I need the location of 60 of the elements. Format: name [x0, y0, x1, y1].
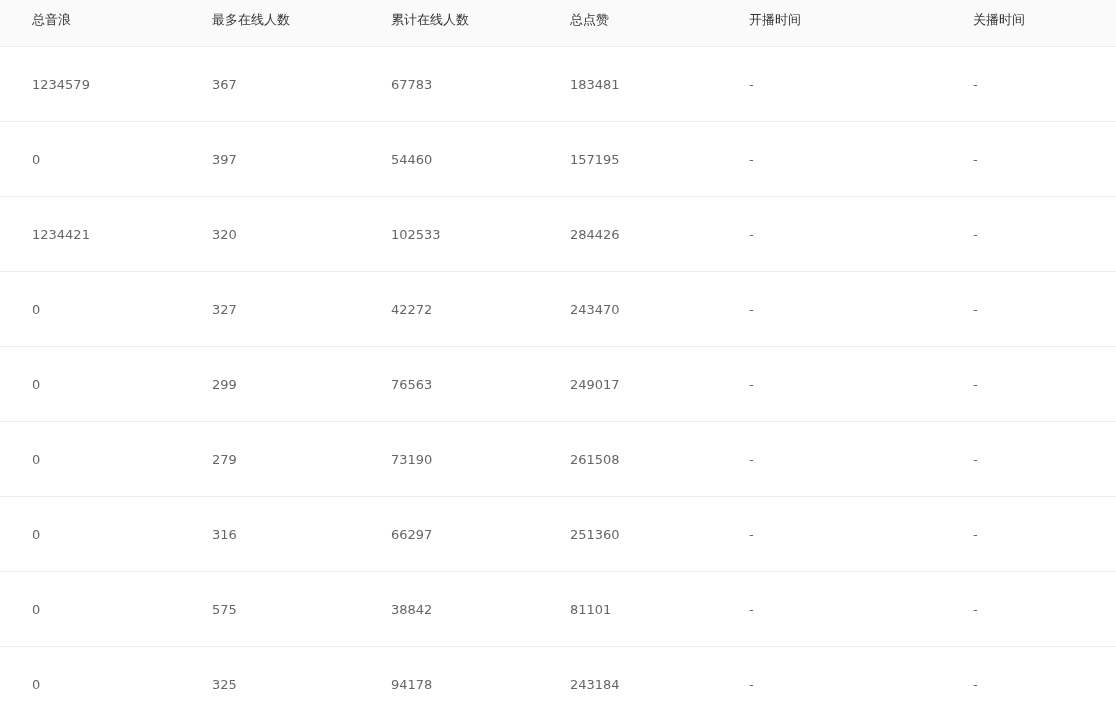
table-cell: 73190: [391, 451, 433, 467]
table-cell: 157195: [570, 151, 620, 167]
column-header: 总音浪: [32, 11, 71, 29]
table-cell: 279: [212, 451, 237, 467]
table-cell: 261508: [570, 451, 620, 467]
table-cell: 94178: [391, 676, 433, 692]
table-cell: -: [973, 376, 978, 392]
table-cell: -: [973, 451, 978, 467]
table-cell: 0: [32, 451, 41, 467]
table-cell: 367: [212, 76, 237, 92]
table-cell: 76563: [391, 376, 433, 392]
table-cell: 325: [212, 676, 237, 692]
table-cell: 81101: [570, 601, 612, 617]
table-cell: -: [973, 676, 978, 692]
table-cell: 0: [32, 676, 41, 692]
table-cell: -: [749, 226, 754, 242]
table-cell: 249017: [570, 376, 620, 392]
table-cell: -: [973, 526, 978, 542]
table-cell: 102533: [391, 226, 441, 242]
table-cell: 251360: [570, 526, 620, 542]
table-cell: -: [973, 601, 978, 617]
table-cell: 0: [32, 526, 41, 542]
column-header: 累计在线人数: [391, 11, 469, 29]
table-cell: 284426: [570, 226, 620, 242]
table-cell: 397: [212, 151, 237, 167]
table-cell: -: [973, 76, 978, 92]
table-cell: 0: [32, 601, 41, 617]
table-cell: -: [749, 301, 754, 317]
column-header: 最多在线人数: [212, 11, 290, 29]
table-cell: 243470: [570, 301, 620, 317]
table-cell: 1234421: [32, 226, 90, 242]
table-cell: 66297: [391, 526, 433, 542]
table-cell: -: [749, 601, 754, 617]
table-cell: 299: [212, 376, 237, 392]
table-cell: 327: [212, 301, 237, 317]
table-cell: 0: [32, 301, 41, 317]
table-cell: -: [749, 676, 754, 692]
table-cell: -: [749, 526, 754, 542]
column-header: 关播时间: [973, 11, 1025, 29]
table-cell: 183481: [570, 76, 620, 92]
table-cell: -: [973, 301, 978, 317]
table-cell: 575: [212, 601, 237, 617]
table-cell: -: [973, 151, 978, 167]
table-cell: 0: [32, 151, 41, 167]
column-header: 总点赞: [570, 11, 609, 29]
table-cell: -: [749, 376, 754, 392]
table-cell: 316: [212, 526, 237, 542]
table-cell: 42272: [391, 301, 433, 317]
table-cell: 67783: [391, 76, 433, 92]
table-cell: 243184: [570, 676, 620, 692]
table-cell: -: [749, 451, 754, 467]
table-cell: 320: [212, 226, 237, 242]
table-cell: 0: [32, 376, 41, 392]
table-cell: 38842: [391, 601, 433, 617]
table-cell: -: [973, 226, 978, 242]
table-cell: 54460: [391, 151, 433, 167]
table-cell: 1234579: [32, 76, 90, 92]
column-header: 开播时间: [749, 11, 801, 29]
table-cell: -: [749, 76, 754, 92]
table-cell: -: [749, 151, 754, 167]
